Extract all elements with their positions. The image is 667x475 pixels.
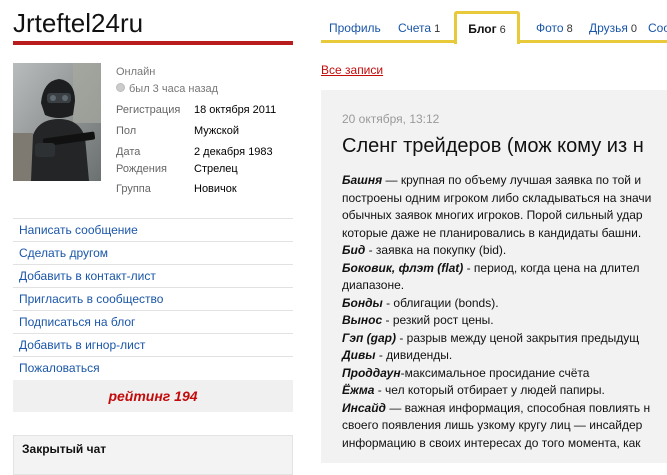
all-posts-link[interactable]: Все записи bbox=[321, 63, 383, 77]
post-line: Бид - заявка на покупку (bid). bbox=[342, 243, 507, 257]
post-line: которые даже не планировались в кандидат… bbox=[342, 225, 642, 240]
post-line: построены одним игроком либо складыватьс… bbox=[342, 190, 652, 205]
write-message-link[interactable]: Написать сообщение bbox=[13, 218, 293, 241]
add-friend-link[interactable]: Сделать другом bbox=[13, 241, 293, 264]
avatar[interactable] bbox=[13, 63, 101, 181]
post-line: Башня — крупная по объему лучшая заявка … bbox=[342, 173, 642, 187]
info-value: 2 декабря 1983 bbox=[194, 146, 273, 158]
profile-actions: Написать сообщение Сделать другом Добави… bbox=[13, 218, 293, 379]
info-value: Стрелец bbox=[194, 163, 238, 175]
info-label: Регистрация bbox=[116, 104, 181, 116]
info-label: Группа bbox=[116, 183, 151, 195]
post-line: информацию в своих интересах до того мом… bbox=[342, 435, 641, 450]
avatar-image bbox=[13, 63, 101, 181]
post-line: Вынос - резкий рост цены. bbox=[342, 313, 494, 327]
post-line: Ёжма - чел который отбирает у людей папи… bbox=[342, 383, 605, 397]
tab-blog[interactable]: Блог 6 bbox=[454, 11, 520, 44]
offline-dot-icon bbox=[116, 83, 125, 92]
tab-photos[interactable]: Фото 8 bbox=[536, 21, 573, 35]
post-line: Гэп (gap) - разрыв между ценой закрытия … bbox=[342, 330, 640, 345]
username-underline bbox=[13, 41, 293, 45]
info-label: Рождения bbox=[116, 163, 167, 175]
invite-community-link[interactable]: Пригласить в сообщество bbox=[13, 287, 293, 310]
subscribe-blog-link[interactable]: Подписаться на блог bbox=[13, 310, 293, 333]
private-chat-box: Закрытый чат bbox=[13, 435, 293, 475]
tab-friends[interactable]: Друзья 0 bbox=[589, 21, 637, 35]
info-label: Дата bbox=[116, 146, 141, 158]
tab-communities[interactable]: Сооб bbox=[648, 21, 667, 35]
post-line: Бонды - облигации (bonds). bbox=[342, 295, 499, 310]
last-seen-text: был 3 часа назад bbox=[129, 83, 219, 95]
private-chat-title: Закрытый чат bbox=[22, 442, 107, 456]
tab-profile[interactable]: Профиль bbox=[329, 21, 381, 35]
post-line: Инсайд — важная информация, способная по… bbox=[342, 400, 651, 415]
info-value: Новичок bbox=[194, 183, 237, 195]
info-value: Мужской bbox=[194, 125, 239, 137]
last-seen: был 3 часа назад bbox=[116, 83, 218, 95]
online-status: Онлайн bbox=[116, 66, 156, 78]
profile-username: Jrteftel24ru bbox=[13, 8, 144, 38]
tab-accounts[interactable]: Счета 1 bbox=[398, 21, 440, 35]
post-line: своего появления лишь узкому кругу лиц —… bbox=[342, 418, 643, 432]
add-contact-link[interactable]: Добавить в контакт-лист bbox=[13, 264, 293, 287]
post-title[interactable]: Сленг трейдеров (мож кому из н bbox=[342, 135, 644, 158]
post-date: 20 октября, 13:12 bbox=[342, 112, 440, 126]
post-line: обычных заявок многих игроков. Порой сил… bbox=[342, 208, 643, 222]
post-line: диапазоне. bbox=[342, 278, 405, 292]
post-line: Проддаун-максимальное просидание счёта bbox=[342, 365, 590, 380]
rating-text: рейтинг 194 bbox=[108, 388, 198, 404]
report-link[interactable]: Пожаловаться bbox=[13, 356, 293, 379]
post-body: Башня — крупная по объему лучшая заявка … bbox=[342, 172, 667, 452]
info-value: 18 октября 2011 bbox=[194, 104, 277, 116]
rating-box: рейтинг 194 bbox=[13, 380, 293, 412]
ignore-list-link[interactable]: Добавить в игнор-лист bbox=[13, 333, 293, 356]
blog-post: 20 октября, 13:12 Сленг трейдеров (мож к… bbox=[321, 90, 667, 463]
post-line: Дивы - дивиденды. bbox=[342, 348, 453, 362]
info-label: Пол bbox=[116, 125, 137, 137]
post-line: Боковик, флэт (flat) - период, когда цен… bbox=[342, 260, 640, 275]
